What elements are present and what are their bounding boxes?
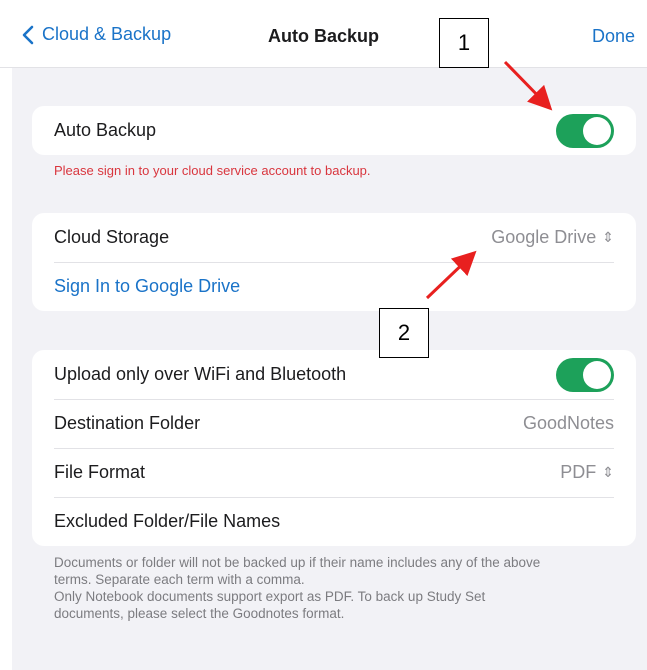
cloud-storage-group: Cloud Storage Google Drive ⇕ Sign In to … (32, 213, 636, 311)
chevron-up-down-icon: ⇕ (602, 229, 614, 245)
destination-folder-value: GoodNotes (522, 413, 614, 433)
file-format-label: File Format (54, 462, 146, 482)
auto-backup-toggle[interactable] (556, 113, 614, 148)
destination-folder-row[interactable]: Destination Folder GoodNotes (32, 399, 636, 448)
auto-backup-label: Auto Backup (54, 120, 157, 140)
excluded-names-row[interactable]: Excluded Folder/File Names (32, 497, 636, 546)
footnote-line: Documents or folder will not be backed u… (54, 555, 541, 570)
cloud-storage-value: Google Drive ⇕ (491, 227, 614, 248)
auto-backup-group: Auto Backup (32, 106, 636, 155)
toggle-knob (583, 360, 611, 389)
done-button[interactable]: Done (592, 26, 635, 47)
upload-wifi-label: Upload only over WiFi and Bluetooth (54, 364, 347, 384)
sign-in-row[interactable]: Sign In to Google Drive (32, 262, 636, 311)
file-format-value: PDF ⇕ (560, 462, 614, 483)
destination-folder-label: Destination Folder (54, 413, 201, 433)
back-button-label: Cloud & Backup (42, 24, 172, 44)
footnote: Documents or folder will not be backed u… (54, 554, 634, 622)
callout-1: 1 (439, 18, 489, 68)
cloud-storage-row[interactable]: Cloud Storage Google Drive ⇕ (32, 213, 636, 262)
cloud-storage-label: Cloud Storage (54, 227, 170, 247)
settings-content: Auto Backup Please sign in to your cloud… (12, 68, 647, 670)
auto-backup-row: Auto Backup (32, 106, 636, 155)
sign-in-google-drive-link[interactable]: Sign In to Google Drive (54, 276, 614, 297)
callout-2: 2 (379, 308, 429, 358)
footnote-line: documents, please select the Goodnotes f… (54, 606, 345, 621)
footnote-line: Only Notebook documents support export a… (54, 589, 486, 604)
file-format-row[interactable]: File Format PDF ⇕ (32, 448, 636, 497)
navigation-bar: Cloud & Backup Auto Backup Done (0, 0, 647, 68)
file-format-selected: PDF (560, 462, 597, 482)
upload-wifi-row: Upload only over WiFi and Bluetooth (32, 350, 636, 399)
footnote-line: terms. Separate each term with a comma. (54, 572, 305, 587)
back-button[interactable]: Cloud & Backup (22, 24, 171, 45)
excluded-names-label: Excluded Folder/File Names (54, 511, 281, 531)
upload-options-group: Upload only over WiFi and Bluetooth Dest… (32, 350, 636, 546)
sign-in-error-message: Please sign in to your cloud service acc… (54, 163, 371, 178)
toggle-knob (583, 116, 611, 145)
chevron-left-icon (22, 25, 34, 44)
cloud-storage-selected: Google Drive (491, 227, 597, 247)
upload-wifi-toggle[interactable] (556, 357, 614, 392)
chevron-up-down-icon: ⇕ (602, 464, 614, 480)
